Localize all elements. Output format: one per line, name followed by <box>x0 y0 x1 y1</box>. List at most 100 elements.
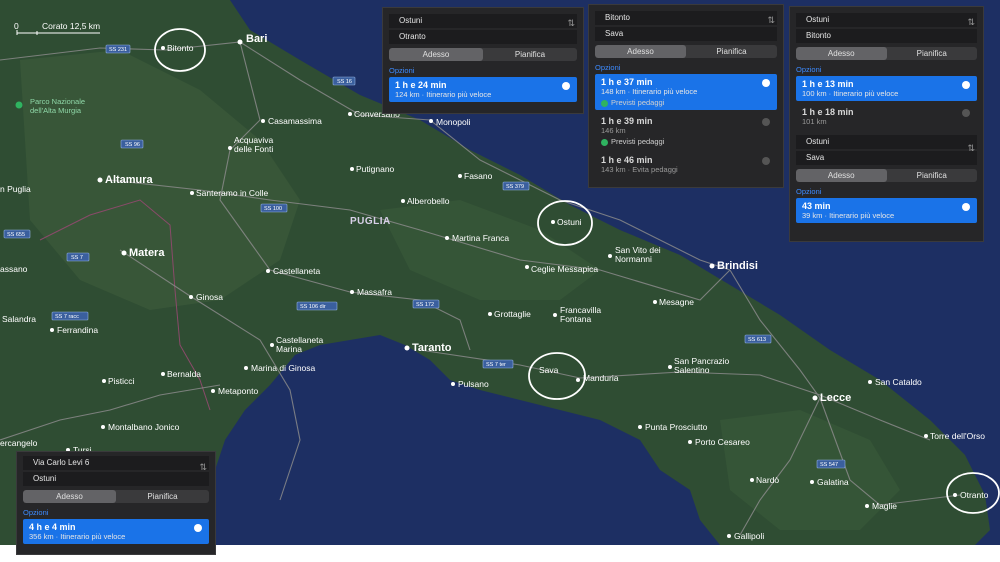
directions-panel-ostuni-bitonto: Ostuni Bitonto ⇅ Adesso Pianifica Opzion… <box>789 6 984 242</box>
tab-plan[interactable]: Pianifica <box>686 45 777 58</box>
swap-arrows-icon[interactable]: ⇅ <box>967 17 975 28</box>
svg-text:Porto Cesareo: Porto Cesareo <box>695 437 750 447</box>
region-label: PUGLIA <box>350 216 391 227</box>
park-label-2: dell'Alta Murgia <box>30 106 82 115</box>
options-link[interactable]: Opzioni <box>796 65 977 74</box>
svg-text:Putignano: Putignano <box>356 164 395 174</box>
svg-text:assano: assano <box>0 264 28 274</box>
scale-label: Corato 12,5 km <box>42 21 100 31</box>
route-desc: 124 km · Itinerario più veloce <box>395 90 492 99</box>
route-go-icon[interactable] <box>762 79 770 87</box>
route-desc: 100 km · Itinerario più veloce <box>802 89 899 98</box>
options-link-2[interactable]: Opzioni <box>796 187 977 196</box>
tab-now[interactable]: Adesso <box>796 47 887 60</box>
tab-plan[interactable]: Pianifica <box>116 490 209 503</box>
directions-panel-via-carlo-levi-ostuni: Via Carlo Levi 6 Ostuni ⇅ Adesso Pianifi… <box>16 451 216 555</box>
time-segmented-control: Adesso Pianifica <box>595 45 777 58</box>
route-go-icon[interactable] <box>962 109 970 117</box>
swap-arrows-icon[interactable]: ⇅ <box>967 143 975 154</box>
svg-text:SS 655: SS 655 <box>7 232 25 238</box>
svg-text:Marina di Ginosa: Marina di Ginosa <box>251 363 316 373</box>
destination-field[interactable]: Sava <box>595 27 777 41</box>
svg-text:delle Fonti: delle Fonti <box>234 144 273 154</box>
route-go-icon[interactable] <box>194 524 202 532</box>
route-desc: 39 km · Itinerario più veloce <box>802 211 895 220</box>
svg-text:Ceglie Messapica: Ceglie Messapica <box>531 264 598 274</box>
svg-text:Montalbano Jonico: Montalbano Jonico <box>108 422 180 432</box>
route-time: 43 min <box>802 201 831 211</box>
svg-text:Pisticci: Pisticci <box>108 376 135 386</box>
svg-text:Gallipoli: Gallipoli <box>734 531 764 541</box>
route-time: 1 h e 13 min <box>802 79 854 89</box>
tab-now-2[interactable]: Adesso <box>796 169 887 182</box>
origin-field[interactable]: Bitonto <box>595 11 777 25</box>
tab-now[interactable]: Adesso <box>595 45 686 58</box>
route-option[interactable]: 43 min 39 km · Itinerario più veloce <box>796 198 977 223</box>
svg-text:Mesagne: Mesagne <box>659 297 694 307</box>
svg-text:San Cataldo: San Cataldo <box>875 377 922 387</box>
route-time: 1 h e 18 min <box>802 107 854 117</box>
shield-ss100: SS 100 <box>260 203 288 213</box>
origin-field-2[interactable]: Ostuni <box>796 135 977 149</box>
options-link[interactable]: Opzioni <box>595 63 777 72</box>
route-option[interactable]: 1 h e 13 min 100 km · Itinerario più vel… <box>796 76 977 101</box>
svg-text:Bitonto: Bitonto <box>167 43 194 53</box>
destination-field[interactable]: Otranto <box>389 30 577 44</box>
route-option[interactable]: 1 h e 18 min 101 km <box>796 104 977 129</box>
swap-arrows-icon[interactable]: ⇅ <box>567 18 575 29</box>
shield-ss96: SS 96 <box>120 139 144 149</box>
svg-text:SS 16: SS 16 <box>337 79 352 85</box>
shield-ss106dir: SS 106 dir <box>296 301 338 311</box>
shield-ss379: SS 379 <box>502 181 530 191</box>
route-desc: 101 km <box>802 117 827 126</box>
options-link[interactable]: Opzioni <box>389 66 577 75</box>
swap-arrows-icon[interactable]: ⇅ <box>199 462 207 473</box>
route-time: 1 h e 39 min <box>601 116 653 126</box>
route-option[interactable]: 1 h e 39 min 146 km Previsti pedaggi <box>595 113 777 149</box>
route-toll: Previsti pedaggi <box>601 137 771 146</box>
route-go-icon[interactable] <box>562 82 570 90</box>
svg-text:ercangelo: ercangelo <box>0 438 38 448</box>
destination-field[interactable]: Bitonto <box>796 29 977 43</box>
svg-text:SS 7 racc: SS 7 racc <box>55 314 79 320</box>
tab-plan[interactable]: Pianifica <box>483 48 577 61</box>
route-option[interactable]: 4 h e 4 min 356 km · Itinerario più velo… <box>23 519 209 544</box>
svg-text:Taranto: Taranto <box>412 342 452 354</box>
origin-field[interactable]: Via Carlo Levi 6 <box>23 456 209 470</box>
svg-text:Matera: Matera <box>129 247 165 259</box>
park-label-1: Parco Nazionale <box>30 97 85 106</box>
tab-plan[interactable]: Pianifica <box>887 47 978 60</box>
svg-text:Casamassima: Casamassima <box>268 116 322 126</box>
shield-ss16: SS 16 <box>332 76 356 86</box>
time-segmented-control: Adesso Pianifica <box>23 490 209 503</box>
time-segmented-control: Adesso Pianifica <box>389 48 577 61</box>
park-icon <box>15 101 23 109</box>
svg-text:Salentino: Salentino <box>674 365 710 375</box>
route-time: 4 h e 4 min <box>29 522 76 532</box>
svg-text:Grottaglie: Grottaglie <box>494 309 531 319</box>
svg-text:Santeramo in Colle: Santeramo in Colle <box>196 188 269 198</box>
origin-field[interactable]: Ostuni <box>796 13 977 27</box>
directions-panel-ostuni-otranto: Ostuni Otranto ⇅ Adesso Pianifica Opzion… <box>382 7 584 114</box>
route-desc: 146 km <box>601 126 626 135</box>
route-go-icon[interactable] <box>762 157 770 165</box>
time-segmented-control: Adesso Pianifica <box>796 47 977 60</box>
route-go-icon[interactable] <box>962 203 970 211</box>
swap-arrows-icon[interactable]: ⇅ <box>767 15 775 26</box>
route-go-icon[interactable] <box>962 81 970 89</box>
shield-ss7: SS 7 <box>66 252 90 262</box>
route-option[interactable]: 1 h e 46 min 143 km · Evita pedaggi <box>595 152 777 177</box>
origin-field[interactable]: Ostuni <box>389 14 577 28</box>
tab-now[interactable]: Adesso <box>389 48 483 61</box>
svg-text:Ostuni: Ostuni <box>557 217 582 227</box>
tab-now[interactable]: Adesso <box>23 490 116 503</box>
route-go-icon[interactable] <box>762 118 770 126</box>
destination-field[interactable]: Ostuni <box>23 472 209 486</box>
svg-text:Fasano: Fasano <box>464 171 493 181</box>
options-link[interactable]: Opzioni <box>23 508 209 517</box>
tab-plan-2[interactable]: Pianifica <box>887 169 978 182</box>
svg-text:Metaponto: Metaponto <box>218 386 258 396</box>
destination-field-2[interactable]: Sava <box>796 151 977 165</box>
route-option[interactable]: 1 h e 24 min 124 km · Itinerario più vel… <box>389 77 577 102</box>
route-option[interactable]: 1 h e 37 min 148 km · Itinerario più vel… <box>595 74 777 110</box>
